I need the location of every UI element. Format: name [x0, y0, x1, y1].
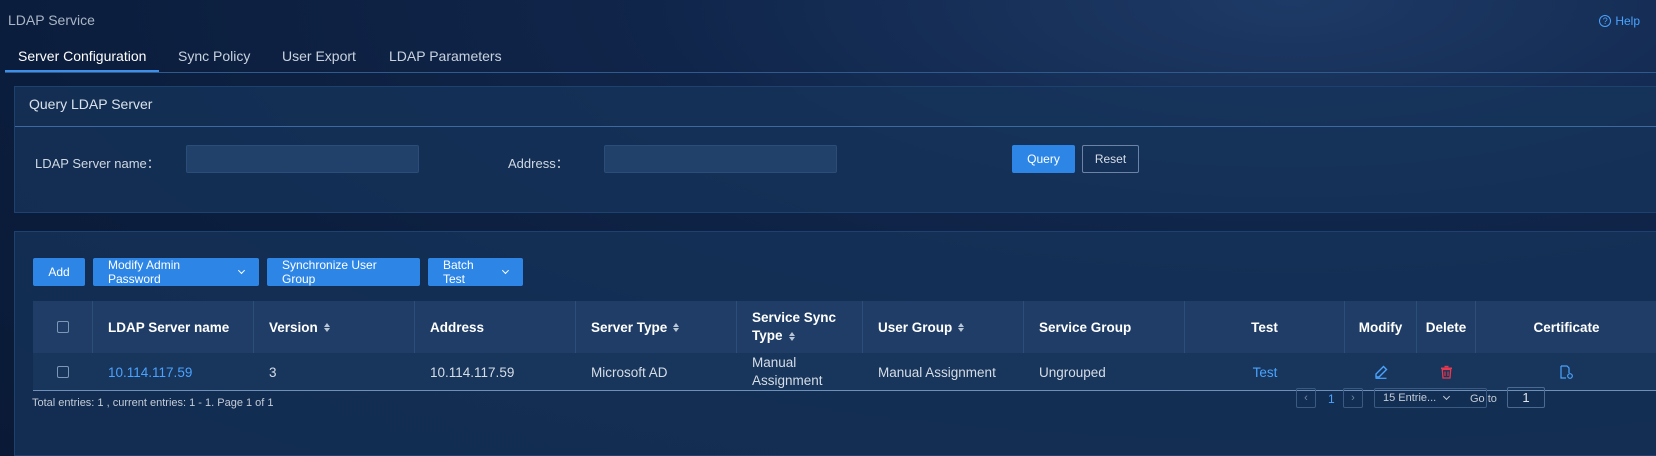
- cell-service-sync-type: Manual Assignment: [737, 353, 863, 391]
- cell-server-name: 10.114.117.59: [93, 353, 254, 391]
- query-button[interactable]: Query: [1012, 145, 1075, 173]
- tab-bar: Server Configuration Sync Policy User Ex…: [5, 40, 1656, 73]
- synchronize-user-group-button[interactable]: Synchronize User Group: [267, 258, 420, 286]
- server-table: LDAP Server name Version Address Server …: [33, 301, 1656, 391]
- modify-admin-password-button[interactable]: Modify Admin Password: [93, 258, 259, 286]
- page-size-value: 15 Entrie...: [1383, 392, 1437, 404]
- col-server-name: LDAP Server name: [93, 301, 254, 353]
- server-table-panel: Add Modify Admin Password Synchronize Us…: [14, 231, 1656, 456]
- cell-server-type: Microsoft AD: [591, 364, 668, 380]
- col-delete: Delete: [1417, 301, 1476, 353]
- col-server-name-label: LDAP Server name: [108, 319, 230, 335]
- col-version[interactable]: Version: [254, 301, 415, 353]
- chevron-right-icon: ›: [1351, 392, 1355, 404]
- cell-delete: [1417, 353, 1476, 391]
- help-label: Help: [1615, 14, 1640, 28]
- select-all-cell: [33, 301, 93, 353]
- table-row: 10.114.117.59 3 10.114.117.59 Microsoft …: [33, 353, 1656, 391]
- top-bar: LDAP Service ? Help: [0, 0, 1656, 40]
- cell-version: 3: [269, 364, 277, 380]
- col-version-label: Version: [269, 319, 318, 335]
- active-tab-indicator: [5, 70, 159, 72]
- next-page-button[interactable]: ›: [1343, 388, 1363, 408]
- batch-test-button[interactable]: Batch Test: [428, 258, 523, 286]
- col-service-sync-type[interactable]: Service Sync Type: [737, 301, 863, 353]
- goto-label: Go to: [1470, 393, 1497, 405]
- certificate-icon[interactable]: [1559, 364, 1574, 380]
- col-user-group[interactable]: User Group: [863, 301, 1024, 353]
- cell-certificate: [1476, 353, 1656, 391]
- sort-icon: [323, 322, 330, 332]
- query-panel-title: Query LDAP Server: [15, 87, 1656, 127]
- cell-service-sync-type-line2: Assignment: [752, 373, 823, 388]
- address-input[interactable]: [604, 145, 837, 173]
- col-test: Test: [1185, 301, 1345, 353]
- pagination-summary: Total entries: 1 , current entries: 1 - …: [32, 397, 274, 409]
- cell-test: Test: [1185, 353, 1345, 391]
- prev-page-button[interactable]: ‹: [1296, 388, 1316, 408]
- chevron-down-icon: [502, 266, 510, 274]
- app-title: LDAP Service: [8, 12, 95, 28]
- sort-icon: [788, 331, 795, 341]
- help-icon: ?: [1599, 15, 1612, 27]
- col-address-label: Address: [430, 319, 485, 335]
- server-name-input[interactable]: [186, 145, 419, 173]
- help-link[interactable]: ? Help: [1599, 14, 1640, 28]
- goto-page-input[interactable]: [1507, 387, 1545, 408]
- modify-admin-password-label: Modify Admin Password: [108, 258, 181, 286]
- add-button-label: Add: [48, 265, 70, 279]
- col-service-sync-type-line2: Type: [752, 328, 783, 343]
- add-button[interactable]: Add: [33, 258, 85, 286]
- tab-ldap-parameters[interactable]: LDAP Parameters: [389, 48, 502, 64]
- cell-address: 10.114.117.59: [430, 364, 515, 380]
- cell-service-group: Ungrouped: [1039, 364, 1106, 380]
- server-name-label: LDAP Server name：: [35, 156, 160, 171]
- chevron-left-icon: ‹: [1304, 392, 1308, 404]
- col-delete-label: Delete: [1425, 319, 1467, 335]
- col-service-sync-type-label: Service Sync Type: [752, 309, 836, 345]
- select-all-checkbox[interactable]: [56, 321, 69, 333]
- col-modify: Modify: [1345, 301, 1417, 353]
- col-user-group-label: User Group: [878, 319, 953, 335]
- server-name-link[interactable]: 10.114.117.59: [108, 365, 192, 380]
- cell-modify: [1345, 353, 1417, 391]
- sort-icon: [958, 322, 965, 332]
- col-server-type-label: Server Type: [591, 319, 668, 335]
- tab-server-configuration[interactable]: Server Configuration: [18, 48, 146, 64]
- col-modify-label: Modify: [1358, 319, 1403, 335]
- edit-icon[interactable]: [1374, 365, 1388, 379]
- col-service-sync-type-line1: Service Sync: [752, 310, 837, 325]
- col-service-group-label: Service Group: [1039, 319, 1132, 335]
- chevron-down-icon: [238, 266, 246, 274]
- table-header: LDAP Server name Version Address Server …: [33, 301, 1656, 353]
- cell-service-sync-type-line1: Manual: [752, 355, 797, 370]
- cell-user-group: Manual Assignment: [878, 364, 996, 380]
- col-server-type[interactable]: Server Type: [576, 301, 737, 353]
- reset-button[interactable]: Reset: [1082, 145, 1139, 173]
- tab-user-export[interactable]: User Export: [282, 48, 356, 64]
- row-checkbox[interactable]: [57, 366, 69, 378]
- tab-sync-policy[interactable]: Sync Policy: [178, 48, 250, 64]
- synchronize-user-group-label: Synchronize User Group: [282, 258, 377, 286]
- test-link[interactable]: Test: [1253, 365, 1278, 380]
- batch-test-label: Batch Test: [443, 258, 474, 286]
- sort-icon: [673, 322, 680, 332]
- trash-icon[interactable]: [1440, 365, 1453, 379]
- query-panel: Query LDAP Server LDAP Server name： Addr…: [14, 86, 1656, 213]
- col-certificate-label: Certificate: [1533, 319, 1600, 335]
- col-test-label: Test: [1251, 319, 1278, 335]
- col-service-group: Service Group: [1024, 301, 1185, 353]
- col-certificate: Certificate: [1476, 301, 1656, 353]
- col-address: Address: [415, 301, 576, 353]
- current-page[interactable]: 1: [1328, 392, 1335, 406]
- chevron-down-icon: [1443, 392, 1451, 400]
- address-label: Address：: [508, 156, 569, 171]
- row-select-cell: [33, 353, 93, 391]
